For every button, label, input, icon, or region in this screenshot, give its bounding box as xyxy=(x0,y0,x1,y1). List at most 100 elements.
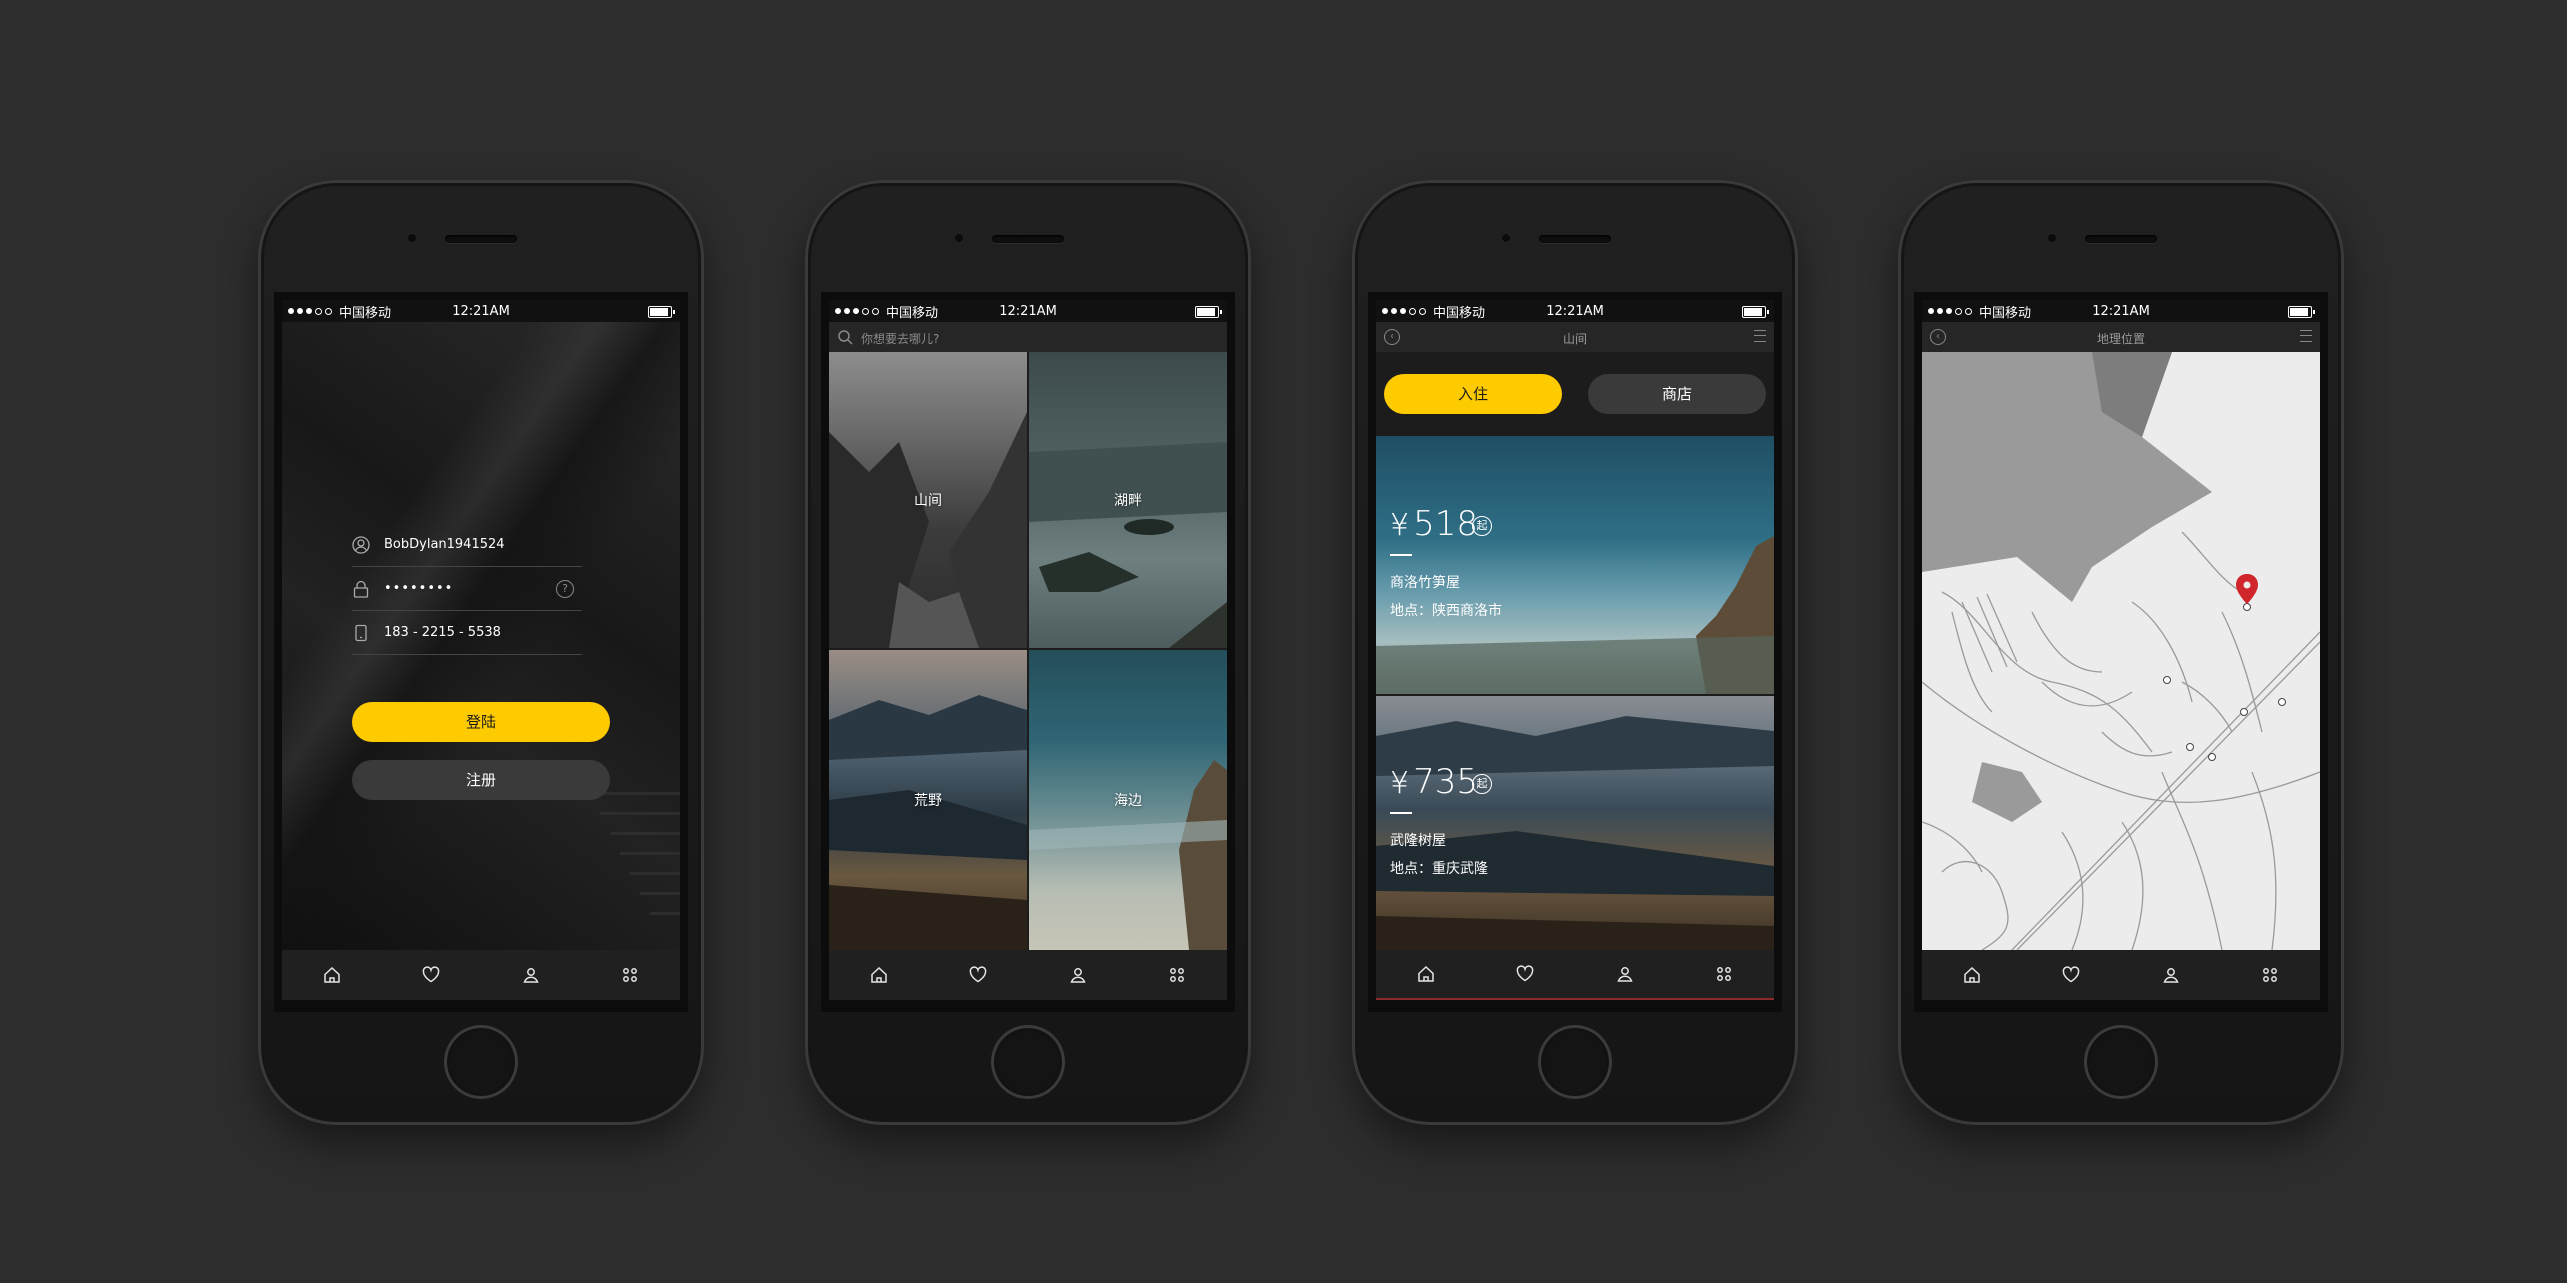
heart-icon[interactable] xyxy=(1515,964,1535,984)
tab-checkin[interactable]: 入住 xyxy=(1384,374,1562,414)
page-title: 地理位置 xyxy=(2096,332,2146,346)
home-button[interactable] xyxy=(444,1025,518,1099)
battery-icon xyxy=(1742,306,1769,318)
search-icon xyxy=(838,330,853,345)
user-icon[interactable] xyxy=(1615,964,1635,984)
username-field[interactable]: BobDylan1941524 xyxy=(352,524,582,567)
back-icon[interactable]: ‹ xyxy=(1930,329,1946,345)
lock-icon xyxy=(352,580,370,598)
username-value: BobDylan1941524 xyxy=(384,537,505,552)
tile-label: 山间 xyxy=(914,493,942,509)
carrier-name: 中国移动 xyxy=(339,305,392,321)
register-button[interactable]: 注册 xyxy=(352,760,610,800)
home-button[interactable] xyxy=(991,1025,1065,1099)
phone-field[interactable]: 183 - 2215 - 5538 xyxy=(352,612,582,655)
signal-carrier: 中国移动 xyxy=(288,302,391,321)
home-button[interactable] xyxy=(2084,1025,2158,1099)
tab-bar xyxy=(829,950,1227,1000)
earpiece-speaker xyxy=(992,235,1064,243)
listing-name: 商洛竹笋屋 xyxy=(1390,575,1460,591)
phone-login: 中国移动 12:21AM BobDylan1941524 •••••••• ? … xyxy=(258,180,704,1125)
carrier-name: 中国移动 xyxy=(1979,305,2032,321)
phone-map: 中国移动 12:21AM ‹ 地理位置 xyxy=(1898,180,2344,1125)
screen: 中国移动 12:21AM ‹ 地理位置 xyxy=(1914,292,2328,1012)
battery-icon xyxy=(648,306,675,318)
heart-icon[interactable] xyxy=(968,965,988,985)
tab-bar xyxy=(1922,950,2320,1000)
screen: 中国移动 12:21AM 你想要去哪儿? 山间 湖畔 荒野 海边 xyxy=(821,292,1235,1012)
tile-label: 湖畔 xyxy=(1114,493,1142,509)
front-camera xyxy=(1500,232,1512,244)
screen: 中国移动 12:21AM ‹ 山间 入住 商店 ¥518 起 商洛竹笋屋 地点：… xyxy=(1368,292,1782,1012)
listing-location: 地点：重庆武隆 xyxy=(1390,861,1488,877)
app-listing: 中国移动 12:21AM ‹ 山间 入住 商店 ¥518 起 商洛竹笋屋 地点：… xyxy=(1376,300,1774,1000)
listing-name: 武隆树屋 xyxy=(1390,833,1446,849)
carrier-name: 中国移动 xyxy=(886,305,939,321)
signal-carrier: 中国移动 xyxy=(835,302,938,321)
tile-wilderness[interactable]: 荒野 xyxy=(829,650,1027,950)
user-icon[interactable] xyxy=(1068,965,1088,985)
signal-carrier: 中国移动 xyxy=(1928,302,2031,321)
password-value: •••••••• xyxy=(384,581,454,596)
home-icon[interactable] xyxy=(869,965,889,985)
battery-icon xyxy=(1195,306,1222,318)
phone-listing: 中国移动 12:21AM ‹ 山间 入住 商店 ¥518 起 商洛竹笋屋 地点：… xyxy=(1352,180,1798,1125)
status-bar: 中国移动 12:21AM xyxy=(1922,300,2320,322)
back-icon[interactable]: ‹ xyxy=(1384,329,1400,345)
nav-bar: ‹ 地理位置 xyxy=(1922,322,2320,352)
price-suffix: 起 xyxy=(1472,516,1492,536)
password-field[interactable]: •••••••• ? xyxy=(352,568,582,611)
front-camera xyxy=(953,232,965,244)
earpiece-speaker xyxy=(445,235,517,243)
map-view[interactable] xyxy=(1922,352,2320,950)
grid-icon[interactable] xyxy=(1714,964,1734,984)
divider xyxy=(1390,554,1412,556)
status-time: 12:21AM xyxy=(999,303,1057,319)
user-icon[interactable] xyxy=(521,965,541,985)
phone-value: 183 - 2215 - 5538 xyxy=(384,625,501,640)
front-camera xyxy=(2046,232,2058,244)
tile-label: 荒野 xyxy=(914,793,942,809)
user-icon xyxy=(352,536,370,554)
status-time: 12:21AM xyxy=(1546,303,1604,319)
tile-label: 海边 xyxy=(1114,793,1142,809)
app-login: 中国移动 12:21AM BobDylan1941524 •••••••• ? … xyxy=(282,300,680,1000)
search-placeholder: 你想要去哪儿? xyxy=(861,332,940,346)
divider xyxy=(1390,812,1412,814)
nav-bar: ‹ 山间 xyxy=(1376,322,1774,352)
card-image xyxy=(1376,716,1774,950)
grid-icon[interactable] xyxy=(2260,965,2280,985)
menu-icon[interactable] xyxy=(2300,330,2312,342)
phone-icon xyxy=(352,624,370,642)
login-button[interactable]: 登陆 xyxy=(352,702,610,742)
tile-lake[interactable]: 湖畔 xyxy=(1029,352,1227,648)
home-icon[interactable] xyxy=(322,965,342,985)
phone-explore: 中国移动 12:21AM 你想要去哪儿? 山间 湖畔 荒野 海边 xyxy=(805,180,1251,1125)
search-bar[interactable]: 你想要去哪儿? xyxy=(829,322,1227,352)
heart-icon[interactable] xyxy=(421,965,441,985)
status-bar: 中国移动 12:21AM xyxy=(829,300,1227,322)
tile-mountain[interactable]: 山间 xyxy=(829,352,1027,648)
tile-seaside[interactable]: 海边 xyxy=(1029,650,1227,950)
home-icon[interactable] xyxy=(1416,964,1436,984)
help-icon[interactable]: ? xyxy=(556,580,574,598)
status-bar: 中国移动 12:21AM xyxy=(282,300,680,322)
tab-bar xyxy=(282,950,680,1000)
menu-icon[interactable] xyxy=(1754,330,1766,342)
user-icon[interactable] xyxy=(2161,965,2181,985)
home-button[interactable] xyxy=(1538,1025,1612,1099)
tab-shop[interactable]: 商店 xyxy=(1588,374,1766,414)
home-icon[interactable] xyxy=(1962,965,1982,985)
price-suffix: 起 xyxy=(1472,774,1492,794)
status-time: 12:21AM xyxy=(452,303,510,319)
app-map: 中国移动 12:21AM ‹ 地理位置 xyxy=(1922,300,2320,1000)
heart-icon[interactable] xyxy=(2061,965,2081,985)
carrier-name: 中国移动 xyxy=(1433,305,1486,321)
grid-icon[interactable] xyxy=(1167,965,1187,985)
grid-icon[interactable] xyxy=(620,965,640,985)
listing-location: 地点：陕西商洛市 xyxy=(1390,603,1502,619)
price: ¥735 xyxy=(1390,762,1478,802)
battery-icon xyxy=(2288,306,2315,318)
listing-card[interactable]: ¥518 起 商洛竹笋屋 地点：陕西商洛市 xyxy=(1376,436,1774,694)
listing-card[interactable]: ¥735 起 武隆树屋 地点：重庆武隆 xyxy=(1376,696,1774,950)
